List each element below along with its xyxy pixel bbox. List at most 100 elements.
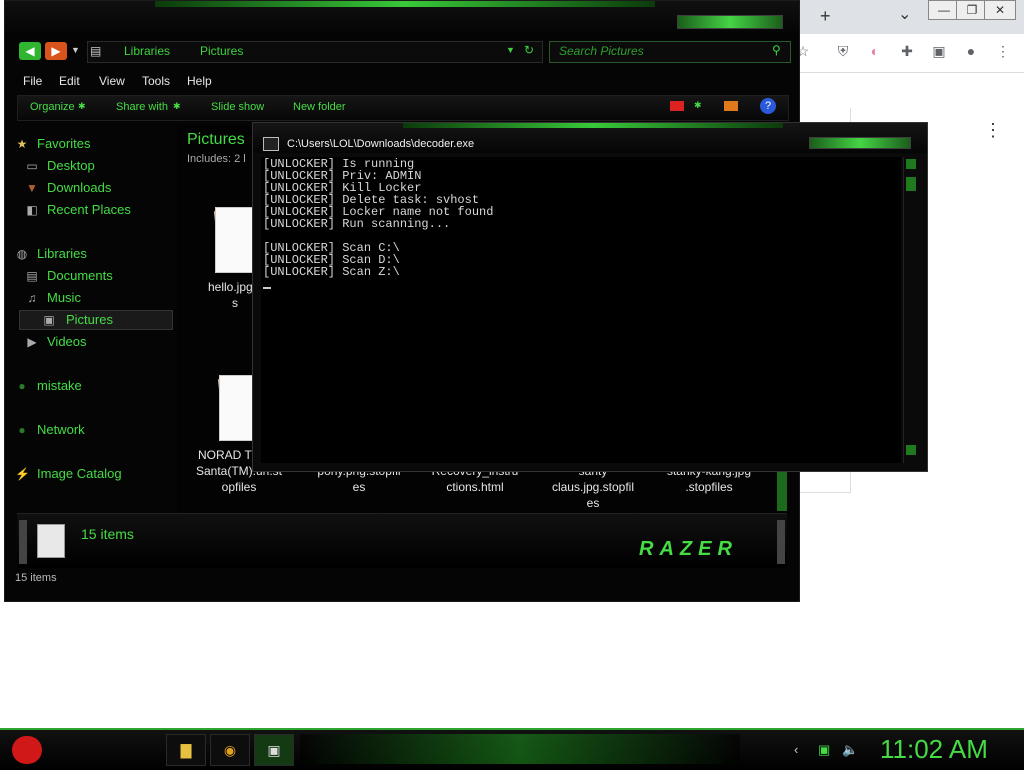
console-output[interactable]: [UNLOCKER] Is running [UNLOCKER] Priv: A… <box>261 157 901 463</box>
new-tab-button[interactable]: + <box>820 6 831 27</box>
console-titlebar[interactable]: C:\Users\LOL\Downloads\decoder.exe <box>253 123 927 153</box>
homegroup-icon: ● <box>18 379 26 393</box>
breadcrumb-pictures[interactable]: Pictures <box>200 44 243 58</box>
details-right-border <box>777 520 785 564</box>
console-scrollbar[interactable] <box>903 157 918 463</box>
slide-show-button[interactable]: Slide show <box>211 101 264 113</box>
status-count: 15 items <box>15 572 57 584</box>
menu-bar: File Edit View Tools Help <box>15 71 789 91</box>
sidebar-item-documents[interactable]: ▤ Documents <box>25 267 181 285</box>
explorer-icon: ▇ <box>180 742 192 758</box>
sidebar-item-network[interactable]: ● Network <box>15 421 171 439</box>
star-icon: ★ <box>16 137 28 151</box>
window-controls[interactable] <box>677 15 783 29</box>
search-icon[interactable]: ⚲ <box>772 43 781 57</box>
downloads-icon: ▼ <box>26 181 38 195</box>
explorer-titlebar <box>5 1 799 39</box>
console-title: C:\Users\LOL\Downloads\decoder.exe <box>287 138 475 150</box>
taskbar-glow <box>300 734 740 764</box>
scroll-down-button[interactable] <box>906 445 916 455</box>
library-title: Pictures <box>187 131 245 148</box>
sidebar-item-desktop[interactable]: ▭ Desktop <box>25 157 181 175</box>
clock[interactable]: 11:02 AM <box>880 734 988 765</box>
share-with-button[interactable]: Share with <box>116 101 168 113</box>
breadcrumb-libraries[interactable]: Libraries <box>124 44 170 58</box>
help-icon[interactable]: ? <box>760 98 776 114</box>
console-line: [UNLOCKER] Run scanning... <box>263 217 451 231</box>
page-menu-icon[interactable]: ⋮ <box>984 120 1002 141</box>
titlebar-glow <box>403 123 783 128</box>
start-button[interactable] <box>10 732 46 766</box>
organize-dropdown-icon: ✱ <box>78 101 86 111</box>
menu-tools[interactable]: Tools <box>142 74 170 88</box>
razer-logo: RAZER <box>639 538 738 560</box>
address-dropdown-icon[interactable]: ▼ <box>506 45 515 55</box>
preview-pane-icon[interactable] <box>724 101 738 111</box>
close-button[interactable]: ✕ <box>984 0 1016 20</box>
menu-icon[interactable]: ⋮ <box>994 42 1012 60</box>
new-folder-button[interactable]: New folder <box>293 101 346 113</box>
network-tray-icon[interactable]: ▣ <box>818 742 830 758</box>
sidebar-item-pictures[interactable]: ▣ Pictures <box>19 310 173 330</box>
library-includes[interactable]: Includes: 2 l <box>187 153 246 165</box>
sidebar-item-videos[interactable]: ▶ Videos <box>25 333 181 351</box>
status-bar: 15 items <box>5 569 799 589</box>
recent-pages-icon[interactable]: ▼ <box>71 45 80 55</box>
refresh-icon[interactable]: ↻ <box>524 43 534 57</box>
console-window-controls[interactable] <box>809 137 911 149</box>
taskbar-console-button[interactable]: ▣ <box>254 734 294 766</box>
puzzle-icon[interactable]: ✚ <box>898 42 916 60</box>
organize-button[interactable]: Organize <box>30 101 75 113</box>
chrome-toolbar: ☆ ⛨ ◐ ✚ ▣ ● ⋮ <box>780 34 1024 73</box>
show-hidden-icons-icon[interactable]: ‹ <box>794 742 798 757</box>
search-input[interactable]: Search Pictures ⚲ <box>549 41 791 63</box>
sidebar-item-image-catalog[interactable]: ⚡ Image Catalog <box>15 465 171 483</box>
menu-help[interactable]: Help <box>187 74 212 88</box>
volume-icon[interactable]: 🔈 <box>842 742 858 758</box>
console-icon <box>263 137 279 151</box>
sidebar-item-mistake[interactable]: ● mistake <box>15 377 171 395</box>
item-count: 15 items <box>81 526 134 542</box>
taskbar-explorer-button[interactable]: ▇ <box>166 734 206 766</box>
tab-search-button[interactable]: ⌄ <box>898 4 911 24</box>
sidebar-item-music[interactable]: ♫ Music <box>25 289 181 307</box>
profile-icon[interactable]: ● <box>962 42 980 60</box>
taskbar-chrome-button[interactable]: ◉ <box>210 734 250 766</box>
recent-places-icon: ◧ <box>26 203 38 217</box>
back-button[interactable]: ◀ <box>19 42 41 60</box>
vertical-scrollbar[interactable] <box>777 471 787 511</box>
view-options-icon[interactable]: ✱ <box>694 100 702 111</box>
change-view-icon[interactable] <box>670 101 684 111</box>
address-bar[interactable]: ▤ Libraries Pictures ▼ ↻ <box>87 41 543 63</box>
menu-view[interactable]: View <box>99 74 125 88</box>
search-placeholder: Search Pictures <box>559 44 644 58</box>
details-left-border <box>19 520 27 564</box>
music-icon: ♫ <box>27 291 37 305</box>
libraries-icon: ◍ <box>16 247 28 261</box>
sidepanel-icon[interactable]: ▣ <box>930 42 948 60</box>
extension-icon[interactable]: ◐ <box>866 42 884 60</box>
forward-button[interactable]: ▶ <box>45 42 67 60</box>
ublock-icon[interactable]: ⛨ <box>834 42 852 60</box>
sidebar-item-libraries[interactable]: ◍ Libraries <box>15 245 171 263</box>
pictures-icon: ▣ <box>43 313 55 327</box>
videos-icon: ▶ <box>27 335 37 349</box>
address-row: ◀ ▶ ▼ ▤ Libraries Pictures ▼ ↻ Search Pi… <box>17 41 791 63</box>
console-icon: ▣ <box>267 742 281 758</box>
sidebar-item-favorites[interactable]: ★ Favorites <box>15 135 171 153</box>
desktop-icon: ▭ <box>26 159 38 173</box>
chrome-icon: ◉ <box>223 742 237 758</box>
share-dropdown-icon: ✱ <box>173 101 181 111</box>
scroll-up-button[interactable] <box>906 159 916 169</box>
sidebar-item-recent-places[interactable]: ◧ Recent Places <box>25 201 181 219</box>
sidebar-item-downloads[interactable]: ▼ Downloads <box>25 179 181 197</box>
menu-edit[interactable]: Edit <box>59 74 80 88</box>
menu-file[interactable]: File <box>23 74 42 88</box>
documents-icon: ▤ <box>26 269 38 283</box>
library-thumbnail-icon <box>37 524 65 558</box>
library-icon: ▤ <box>90 44 102 58</box>
scroll-thumb[interactable] <box>906 177 916 191</box>
details-pane: 15 items RAZER <box>17 513 787 568</box>
command-bar: Organize ✱ Share with ✱ Slide show New f… <box>17 95 789 121</box>
taskbar: ▇ ◉ ▣ ‹ ▣ 🔈 11:02 AM <box>0 728 1024 770</box>
